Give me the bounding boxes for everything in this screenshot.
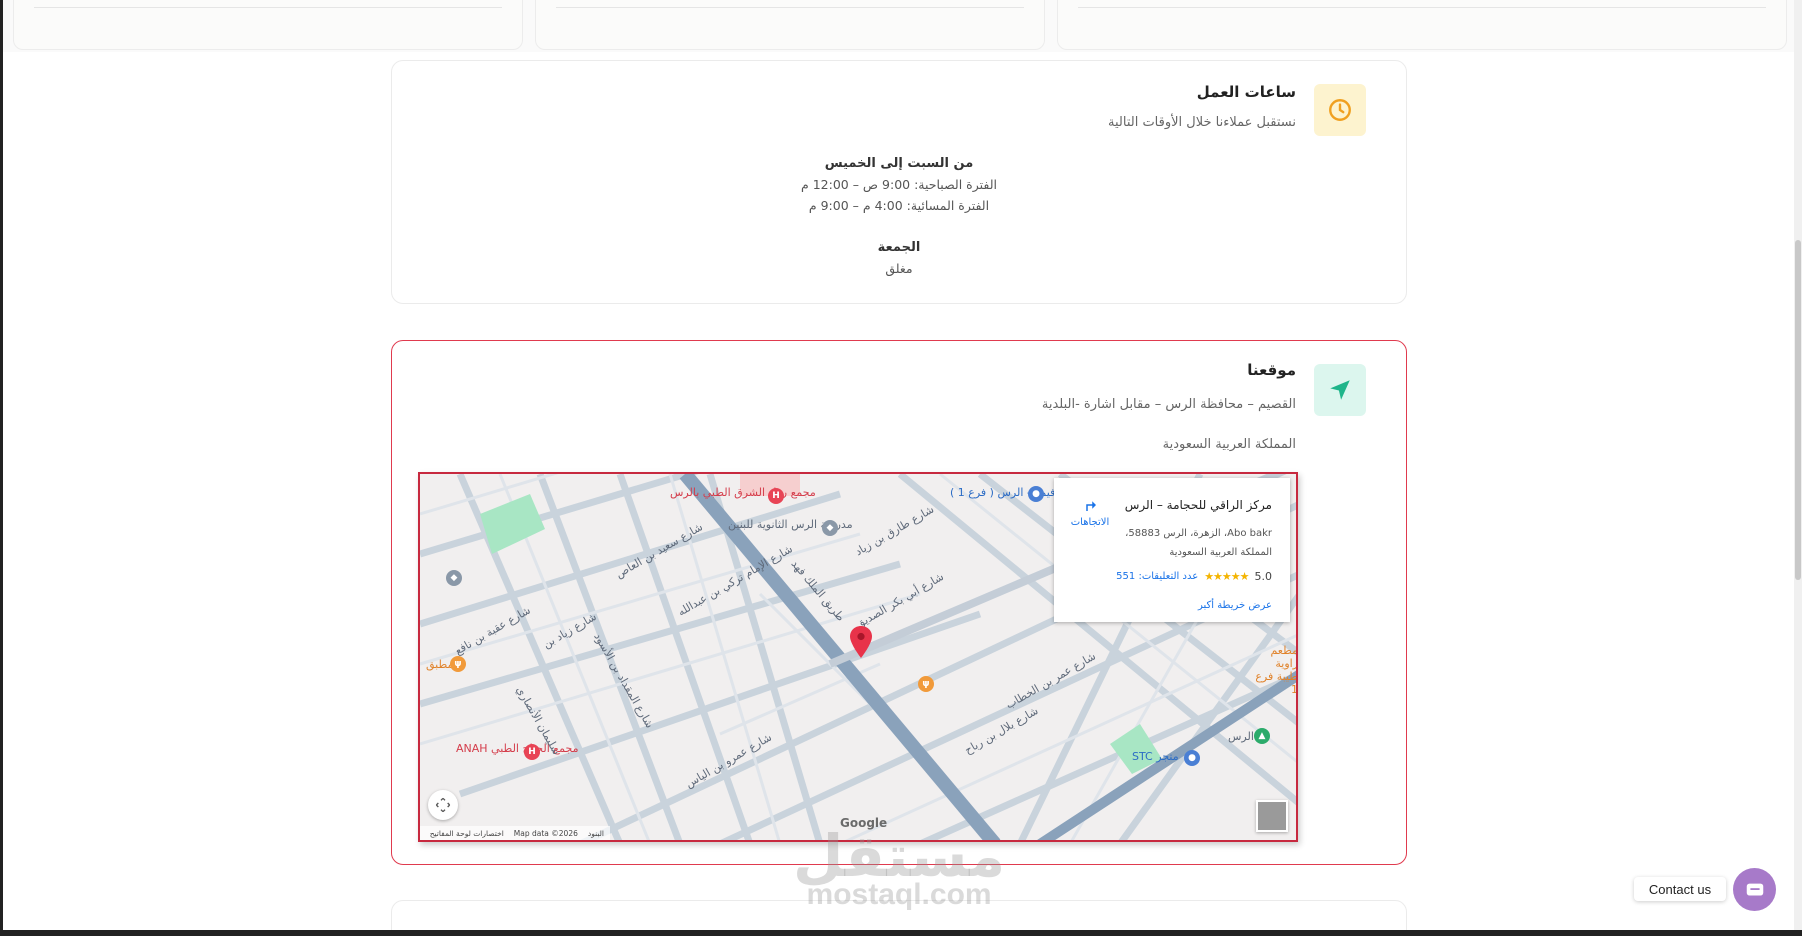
park-pin-icon[interactable]: ▲ <box>1254 728 1270 744</box>
location-address: القصيم – محافظة الرس – مقابل اشارة -البل… <box>1041 397 1296 412</box>
friday-closed: مغلق <box>885 261 913 276</box>
location-marker-icon[interactable] <box>850 626 872 658</box>
top-card-3 <box>1057 0 1787 50</box>
directions-icon <box>1086 501 1096 511</box>
reviews-link[interactable]: عدد التعليقات: 551 <box>1116 571 1198 582</box>
stc-pin-icon[interactable]: ● <box>1184 750 1200 766</box>
hospital-pin-icon[interactable]: H <box>768 488 784 504</box>
contact-us-label[interactable]: Contact us <box>1634 877 1726 901</box>
view-larger-map-link[interactable]: عرض خريطة أكبر <box>1198 600 1272 611</box>
map-info-window: مركز الراقي للحجامة – الرس Abo bakr، الز… <box>1054 478 1290 622</box>
scrollbar-track[interactable] <box>1794 0 1802 936</box>
contact-chat-button[interactable] <box>1733 868 1776 911</box>
place-address: Abo bakr، الزهرة، الرس 58883، المملكة ال… <box>1125 528 1272 558</box>
navigation-icon-box <box>1314 364 1366 416</box>
hours-subtitle: نستقبل عملاءنا خلال الأوقات التالية <box>1108 115 1296 130</box>
map-label-stc: متجر STC <box>1132 750 1179 763</box>
place-rating: 5.0 ★★★★★ عدد التعليقات: 551 <box>1116 570 1272 583</box>
morning-shift: الفترة الصباحية: 9:00 ص – 12:00 م <box>800 177 997 192</box>
schedule-weekdays-title: من السبت إلى الخميس <box>392 155 1406 171</box>
hospital-2-pin-icon[interactable]: H <box>524 744 540 760</box>
map-label-hospital-1: مجمع رواد الشرق الطبي بالرس <box>670 486 816 499</box>
directions-button[interactable]: الاتجاهات <box>1068 496 1112 528</box>
location-title: موقعنا <box>1247 361 1296 379</box>
restaurant-pin-icon[interactable]: ψ <box>450 656 466 672</box>
watermark: مستقل mostaql.com <box>793 822 1006 911</box>
top-card-2 <box>535 0 1045 50</box>
chat-icon <box>1746 883 1763 895</box>
window-bottom-edge <box>0 930 1802 936</box>
friday-title: الجمعة <box>392 239 1406 255</box>
page: ساعات العمل نستقبل عملاءنا خلال الأوقات … <box>3 0 1799 930</box>
clock-icon <box>1329 99 1351 121</box>
clock-icon-box <box>1314 84 1366 136</box>
landmark-pin-icon[interactable]: ◆ <box>446 570 462 586</box>
location-country: المملكة العربية السعودية <box>1162 437 1296 452</box>
rating-stars-icon: ★★★★★ <box>1204 570 1249 583</box>
evening-shift: الفترة المسائية: 4:00 م – 9:00 م <box>808 198 990 213</box>
top-card-1 <box>13 0 523 50</box>
place-name: مركز الراقي للحجامة – الرس <box>1124 498 1272 512</box>
scrollbar-thumb[interactable] <box>1795 240 1801 580</box>
footer-terms[interactable]: البنود <box>588 829 604 838</box>
directions-label: الاتجاهات <box>1070 517 1110 528</box>
footer-shortcuts[interactable]: اختصارات لوحة المفاتيح <box>430 829 504 838</box>
school-pin-icon[interactable]: ◆ <box>822 520 838 536</box>
map-label-alras: الرس <box>1228 730 1254 743</box>
cafe-pin-icon[interactable]: ψ <box>918 676 934 692</box>
expand-icon <box>435 797 451 813</box>
friday-label: الجمعة <box>877 240 921 255</box>
working-hours-card: ساعات العمل نستقبل عملاءنا خلال الأوقات … <box>391 60 1407 304</box>
watermark-english: mostaql.com <box>806 878 992 911</box>
google-map-embed[interactable]: مجمع رواد الشرق الطبي بالرس H مدرسة الرس… <box>418 472 1298 842</box>
map-footer: البنود Map data ©2026 اختصارات لوحة المف… <box>420 826 610 840</box>
map-label-cafe: مطعم زاوية طيبة فرع 1 <box>1255 644 1298 696</box>
weekdays-label: من السبت إلى الخميس <box>824 156 974 171</box>
map-layers-button[interactable] <box>1256 800 1288 832</box>
hours-title: ساعات العمل <box>1196 83 1296 101</box>
shop-pin-icon[interactable]: ● <box>1028 486 1044 502</box>
fullscreen-button[interactable] <box>428 790 458 820</box>
navigation-arrow-icon <box>1330 380 1350 400</box>
watermark-arabic: مستقل <box>793 822 1006 890</box>
rating-value: 5.0 <box>1254 570 1273 583</box>
footer-map-data: Map data ©2026 <box>513 828 578 838</box>
